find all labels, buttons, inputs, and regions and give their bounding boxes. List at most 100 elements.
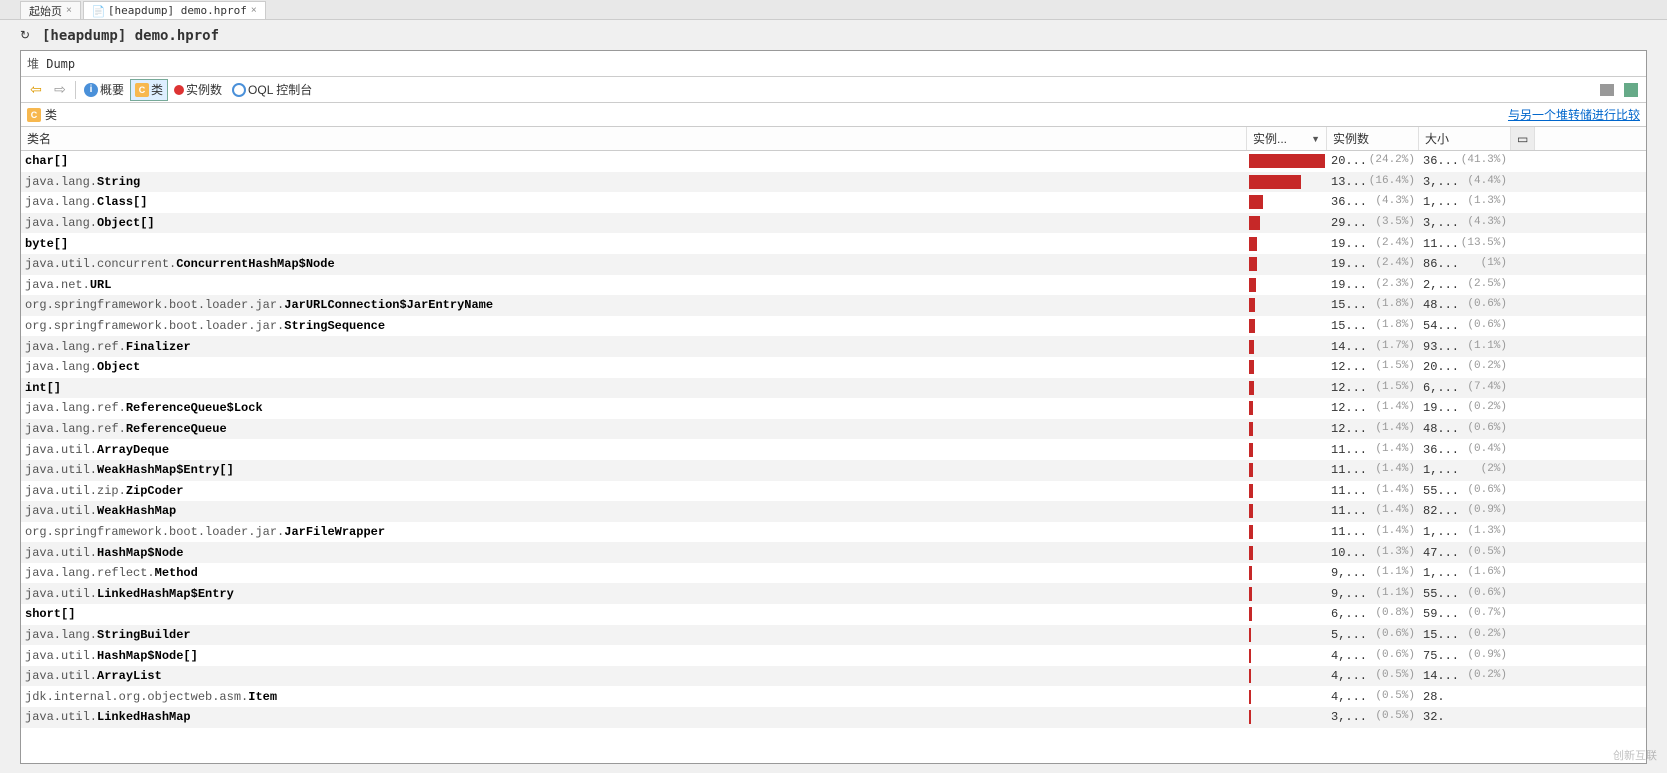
- cell-size: 48...(0.6%): [1419, 422, 1511, 436]
- compare-link[interactable]: 与另一个堆转储进行比较: [1508, 106, 1640, 123]
- toolbar-label: OQL 控制台: [248, 81, 312, 98]
- cell-classname: java.util.HashMap$Node[]: [21, 649, 1247, 663]
- class-icon: C: [135, 83, 149, 97]
- cell-instances: 5,...(0.6%): [1327, 628, 1419, 642]
- cell-classname: java.util.LinkedHashMap: [21, 710, 1247, 724]
- cell-classname: java.util.WeakHashMap$Entry[]: [21, 463, 1247, 477]
- table-row[interactable]: java.util.concurrent.ConcurrentHashMap$N…: [21, 254, 1646, 275]
- table-row[interactable]: java.lang.ref.ReferenceQueue$Lock 12...(1…: [21, 398, 1646, 419]
- cell-size: 55...(0.6%): [1419, 587, 1511, 601]
- table-row[interactable]: java.util.HashMap$Node[]4,...(0.6%)75...…: [21, 645, 1646, 666]
- table-row[interactable]: org.springframework.boot.loader.jar.JarF…: [21, 522, 1646, 543]
- cell-bar: [1247, 504, 1327, 518]
- cell-classname: java.lang.Class[]: [21, 195, 1247, 209]
- cell-bar: [1247, 278, 1327, 292]
- col-instances[interactable]: 实例数: [1327, 127, 1419, 150]
- instances-button[interactable]: 实例数: [170, 79, 226, 101]
- overview-button[interactable]: i 概要: [80, 79, 128, 101]
- nav-back-button[interactable]: ⇦: [25, 79, 47, 101]
- col-size[interactable]: 大小: [1419, 127, 1511, 150]
- oql-icon: [232, 83, 246, 97]
- sort-desc-icon: ▼: [1311, 134, 1320, 144]
- table-row[interactable]: java.util.ArrayList4,...(0.5%)14...(0.2%…: [21, 666, 1646, 687]
- cell-bar: [1247, 422, 1327, 436]
- cell-size: 32.: [1419, 710, 1511, 724]
- oql-button[interactable]: OQL 控制台: [228, 79, 316, 101]
- arrow-right-icon: ⇨: [54, 81, 66, 98]
- close-icon[interactable]: ×: [66, 5, 72, 16]
- cell-size: 93...(1.1%): [1419, 340, 1511, 354]
- cell-classname: java.lang.ref.ReferenceQueue: [21, 422, 1247, 436]
- cell-size: 82...(0.9%): [1419, 504, 1511, 518]
- table-row[interactable]: java.util.zip.ZipCoder11...(1.4%)55...(0…: [21, 481, 1646, 502]
- cell-bar: [1247, 381, 1327, 395]
- cell-bar: [1247, 319, 1327, 333]
- cell-size: 36...(0.4%): [1419, 443, 1511, 457]
- cell-bar: [1247, 628, 1327, 642]
- tab-start[interactable]: 起始页 ×: [20, 1, 81, 19]
- table-row[interactable]: org.springframework.boot.loader.jar.Stri…: [21, 316, 1646, 337]
- cell-instances: 19...(2.4%): [1327, 257, 1419, 271]
- tab-label: [heapdump] demo.hprof: [108, 4, 247, 17]
- cell-instances: 9,...(1.1%): [1327, 566, 1419, 580]
- table-row[interactable]: java.lang.Object[]29...(3.5%)3,...(4.3%): [21, 213, 1646, 234]
- table-row[interactable]: char[]20...(24.2%)36...(41.3%): [21, 151, 1646, 172]
- cell-bar: [1247, 154, 1327, 168]
- table-row[interactable]: java.util.HashMap$Node10...(1.3%)47...(0…: [21, 542, 1646, 563]
- table-row[interactable]: java.lang.reflect.Method9,...(1.1%)1,...…: [21, 563, 1646, 584]
- cell-bar: [1247, 587, 1327, 601]
- cell-instances: 4,...(0.6%): [1327, 649, 1419, 663]
- table-row[interactable]: java.lang.Class[]36...(4.3%)1,...(1.3%): [21, 192, 1646, 213]
- table-row[interactable]: org.springframework.boot.loader.jar.JarU…: [21, 295, 1646, 316]
- table-row[interactable]: java.lang.ref.Finalizer14...(1.7%)93...(…: [21, 336, 1646, 357]
- column-headers: 类名 实例...▼ 实例数 大小 ▭: [21, 127, 1646, 151]
- cell-bar: [1247, 566, 1327, 580]
- nav-forward-button[interactable]: ⇨: [49, 79, 71, 101]
- table-row[interactable]: short[]6,...(0.8%)59...(0.7%): [21, 604, 1646, 625]
- table-row[interactable]: jdk.internal.org.objectweb.asm.Item4,...…: [21, 686, 1646, 707]
- table-row[interactable]: java.util.WeakHashMap$Entry[]11...(1.4%)…: [21, 460, 1646, 481]
- cell-size: 1,...(1.3%): [1419, 195, 1511, 209]
- col-instance-bar[interactable]: 实例...▼: [1247, 127, 1327, 150]
- table-row[interactable]: java.lang.Object12...(1.5%)20...(0.2%): [21, 357, 1646, 378]
- cell-instances: 11...(1.4%): [1327, 525, 1419, 539]
- cell-bar: [1247, 607, 1327, 621]
- page-title: [heapdump] demo.hprof: [42, 28, 219, 44]
- table-row[interactable]: java.lang.StringBuilder5,...(0.6%)15...(…: [21, 625, 1646, 646]
- tab-heapdump[interactable]: 📄 [heapdump] demo.hprof ×: [83, 1, 266, 19]
- table-row[interactable]: java.util.LinkedHashMap$Entry9,...(1.1%)…: [21, 583, 1646, 604]
- cell-size: 1,...(1.6%): [1419, 566, 1511, 580]
- table-row[interactable]: byte[]19...(2.4%)11...(13.5%): [21, 233, 1646, 254]
- cell-instances: 12...(1.4%): [1327, 401, 1419, 415]
- cell-size: 36...(41.3%): [1419, 154, 1511, 168]
- tab-label: 起始页: [29, 3, 62, 19]
- toolbar-label: 实例数: [186, 81, 222, 98]
- cell-classname: short[]: [21, 607, 1247, 621]
- cell-classname: char[]: [21, 154, 1247, 168]
- table-row[interactable]: java.util.LinkedHashMap3,...(0.5%)32.: [21, 707, 1646, 728]
- cell-bar: [1247, 401, 1327, 415]
- table-row[interactable]: java.util.ArrayDeque11...(1.4%)36...(0.4…: [21, 439, 1646, 460]
- table-row[interactable]: java.lang.ref.ReferenceQueue12...(1.4%)4…: [21, 419, 1646, 440]
- table-row[interactable]: int[]12...(1.5%)6,...(7.4%): [21, 378, 1646, 399]
- toolbar-action-1[interactable]: [1596, 79, 1618, 101]
- close-icon[interactable]: ×: [251, 5, 257, 16]
- cell-bar: [1247, 257, 1327, 271]
- toolbar-action-2[interactable]: [1620, 79, 1642, 101]
- cell-size: 3,...(4.4%): [1419, 175, 1511, 189]
- col-classname[interactable]: 类名: [21, 127, 1247, 150]
- class-icon: C: [27, 108, 41, 122]
- cell-instances: 9,...(1.1%): [1327, 587, 1419, 601]
- cell-bar: [1247, 525, 1327, 539]
- cell-size: 3,...(4.3%): [1419, 216, 1511, 230]
- classes-button[interactable]: C 类: [130, 79, 168, 101]
- cell-classname: java.util.ArrayList: [21, 669, 1247, 683]
- cell-classname: org.springframework.boot.loader.jar.Stri…: [21, 319, 1247, 333]
- cell-size: 11...(13.5%): [1419, 237, 1511, 251]
- table-row[interactable]: java.util.WeakHashMap11...(1.4%)82...(0.…: [21, 501, 1646, 522]
- cell-classname: org.springframework.boot.loader.jar.JarU…: [21, 298, 1247, 312]
- table-row[interactable]: java.lang.String13...(16.4%)3,...(4.4%): [21, 172, 1646, 193]
- class-table[interactable]: char[]20...(24.2%)36...(41.3%)java.lang.…: [21, 151, 1646, 763]
- table-row[interactable]: java.net.URL19...(2.3%)2,...(2.5%): [21, 275, 1646, 296]
- cell-classname: java.lang.ref.ReferenceQueue$Lock: [21, 401, 1247, 415]
